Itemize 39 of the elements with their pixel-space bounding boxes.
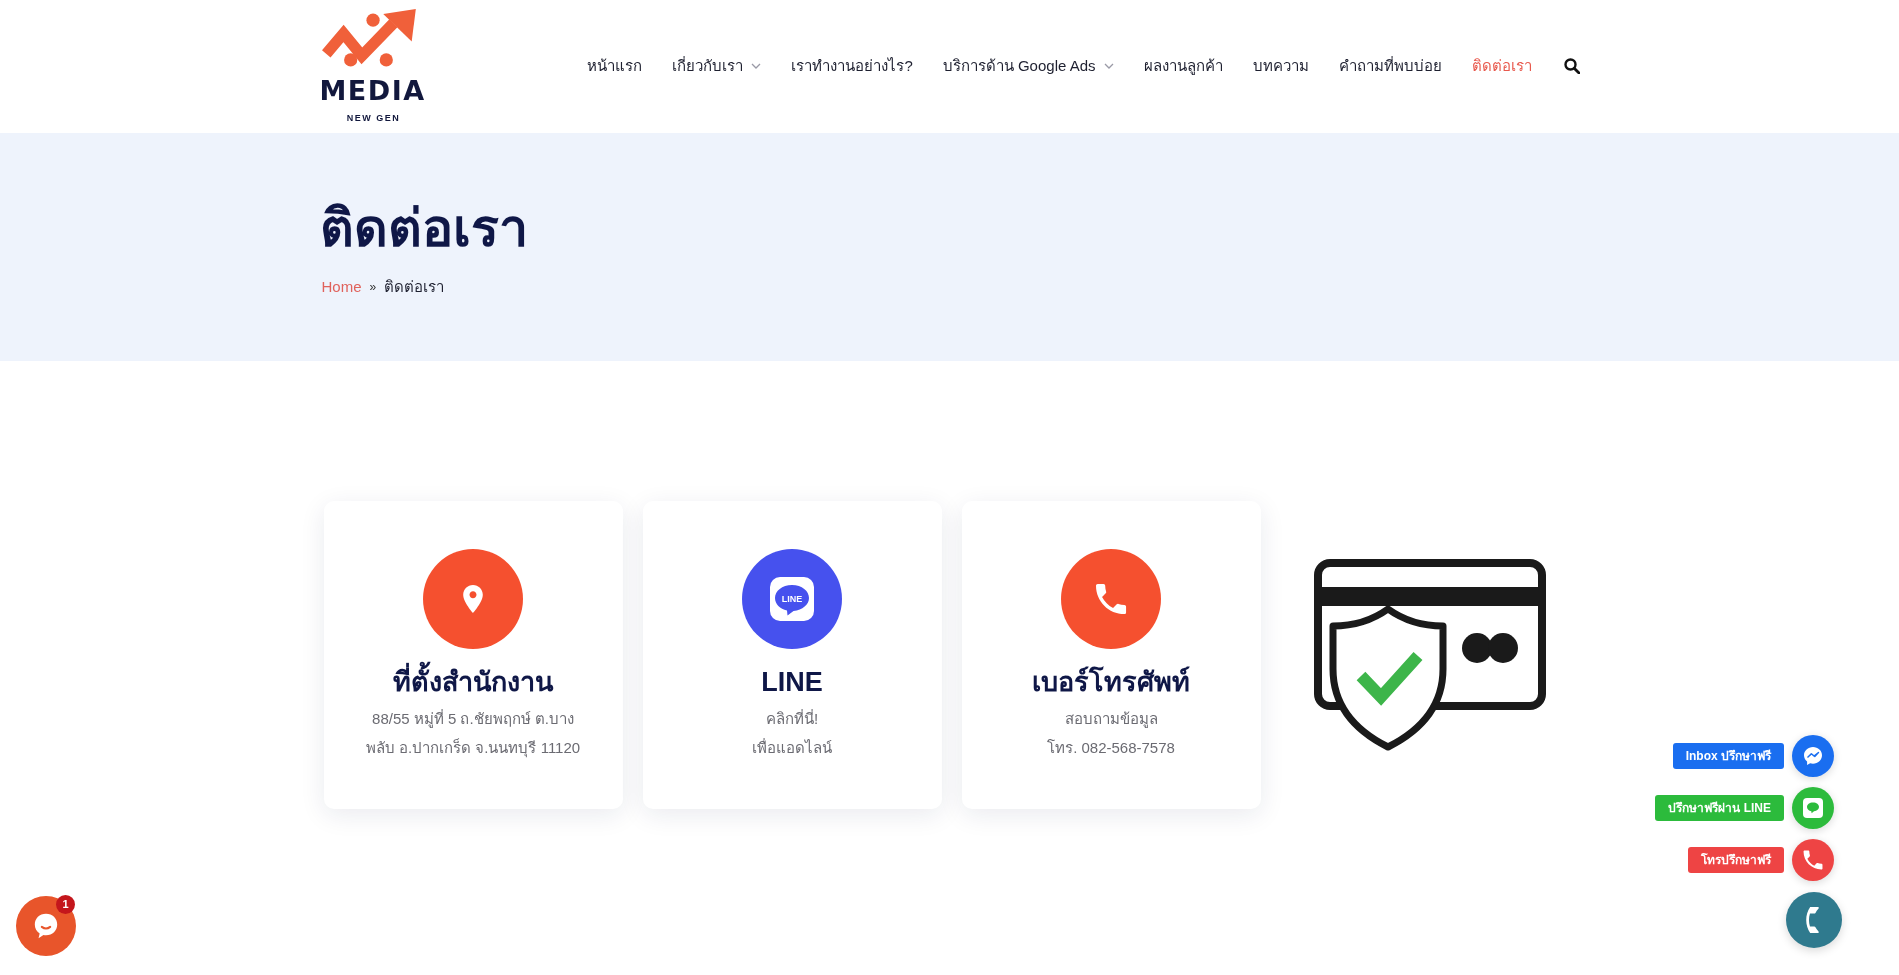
consult-label-button[interactable]: โทรปรึกษาฟรี bbox=[1688, 847, 1784, 873]
nav-link[interactable]: บทความ bbox=[1252, 54, 1309, 77]
nav-link[interactable]: เราทำงานอย่างไร? bbox=[791, 54, 913, 77]
card-text: โทร. 082-568-7578 bbox=[1046, 738, 1176, 758]
messenger-icon bbox=[1803, 746, 1823, 766]
breadcrumb-current: ติดต่อเรา bbox=[384, 277, 445, 297]
phone-icon bbox=[1803, 850, 1823, 870]
map-pin-icon bbox=[423, 549, 523, 649]
card-text: สอบถามข้อมูล bbox=[1063, 709, 1159, 730]
nav-link[interactable]: เกี่ยวกับเรา bbox=[672, 54, 762, 77]
phone-icon bbox=[1061, 549, 1161, 649]
breadcrumb-separator: » bbox=[369, 279, 377, 296]
page-title: ติดต่อเรา bbox=[319, 198, 528, 259]
line-logo-icon: LINE bbox=[742, 549, 842, 649]
card-text: 88/55 หมู่ที่ 5 ถ.ชัยพฤกษ์ ต.บาง bbox=[371, 708, 575, 730]
nav-link[interactable]: บริการด้าน Google Ads bbox=[942, 54, 1114, 77]
card-text: เพื่อแอดไลน์ bbox=[751, 737, 833, 758]
logo-tagline[interactable]: NEW GEN bbox=[319, 113, 428, 123]
chat-button[interactable] bbox=[16, 896, 76, 956]
nav-link[interactable]: ติดต่อเรา bbox=[1471, 54, 1532, 77]
speech-bubble-icon bbox=[32, 912, 60, 940]
card-title: ที่ตั้งสำนักงาน bbox=[323, 662, 623, 702]
card-text: คลิกที่นี่! bbox=[764, 708, 820, 729]
card-text: พลับ อ.ปากเกร็ด จ.นนทบุรี 11120 bbox=[364, 737, 582, 760]
phone-button[interactable] bbox=[1792, 839, 1834, 881]
nav-link[interactable]: ผลงานลูกค้า bbox=[1143, 54, 1223, 77]
call-button[interactable] bbox=[1786, 892, 1842, 948]
notification-badge: 1 bbox=[56, 895, 75, 914]
card-title: LINE bbox=[760, 666, 824, 699]
logo-mark-icon[interactable] bbox=[321, 9, 418, 67]
card-title: เบอร์โทรศัพท์ bbox=[1031, 665, 1191, 699]
nav-link[interactable]: คำถามที่พบบ่อย bbox=[1338, 54, 1442, 77]
search-icon[interactable] bbox=[1563, 57, 1580, 74]
nav-link[interactable]: หน้าแรก bbox=[587, 54, 643, 77]
logo-wordmark[interactable]: MEDIA bbox=[319, 79, 428, 103]
consult-label-button[interactable]: Inbox ปรึกษาฟรี bbox=[1672, 743, 1784, 769]
messenger-button[interactable] bbox=[1792, 735, 1834, 777]
line-button[interactable] bbox=[1792, 787, 1834, 829]
chat-bubble-icon bbox=[1803, 798, 1823, 818]
